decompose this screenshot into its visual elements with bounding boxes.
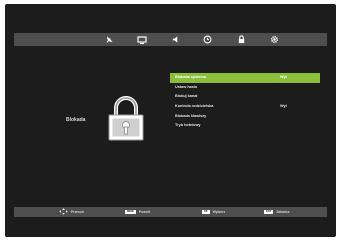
menu-item-value: Wył xyxy=(280,104,287,109)
hint-select-label: Wybierz xyxy=(212,210,226,214)
ok-key: OK xyxy=(202,209,210,215)
menu-item-set-password[interactable]: Ustaw hasło xyxy=(170,83,320,93)
menu-item-label: Kontrola rodzicielska xyxy=(175,104,214,109)
picture-icon[interactable] xyxy=(136,34,148,45)
sound-icon[interactable] xyxy=(169,34,181,45)
menu-item-label: Ustaw hasło xyxy=(175,84,198,89)
menu-item-key-lock[interactable]: Blokada klawiszy xyxy=(170,112,320,122)
hint-bar: Przesuń MENU Powrót OK Wybierz EXIT Zako… xyxy=(14,207,327,217)
menu-tab-bar xyxy=(14,33,327,46)
lock-icon[interactable] xyxy=(235,34,247,45)
menu-item-system-lock[interactable]: Blokada systemu Wył xyxy=(170,73,320,83)
menu-item-parental-control[interactable]: Kontrola rodzicielska Wył xyxy=(170,102,320,112)
menu-item-hotel-mode[interactable]: Tryb hotelowy xyxy=(170,121,320,131)
padlock-icon xyxy=(107,96,145,147)
menu-item-value: Wył xyxy=(280,75,287,79)
menu-item-label: Tryb hotelowy xyxy=(175,123,201,128)
hint-exit-label: Zakończ xyxy=(276,210,290,214)
menu-item-label: Blokada systemu xyxy=(175,75,207,79)
clock-icon[interactable] xyxy=(201,34,213,45)
menu-key: MENU xyxy=(125,209,137,215)
menu-item-label: Blokuj kanał xyxy=(175,94,198,99)
settings-icon[interactable] xyxy=(268,34,280,45)
hint-back: MENU Powrót xyxy=(125,207,150,217)
hint-exit: EXIT Zakończ xyxy=(264,207,290,217)
hint-move: Przesuń xyxy=(59,207,84,217)
hint-back-label: Powrót xyxy=(139,210,151,214)
satellite-icon[interactable] xyxy=(103,34,115,45)
menu-item-channel-lock[interactable]: Blokuj kanał xyxy=(170,92,320,102)
hint-select: OK Wybierz xyxy=(202,207,225,217)
dpad-icon xyxy=(59,208,68,216)
lock-menu: Blokada systemu Wył Ustaw hasło Blokuj k… xyxy=(170,73,320,131)
section-title: Blokada xyxy=(66,117,86,123)
hint-move-label: Przesuń xyxy=(71,210,84,214)
exit-key: EXIT xyxy=(264,209,274,215)
menu-item-label: Blokada klawiszy xyxy=(175,113,207,118)
